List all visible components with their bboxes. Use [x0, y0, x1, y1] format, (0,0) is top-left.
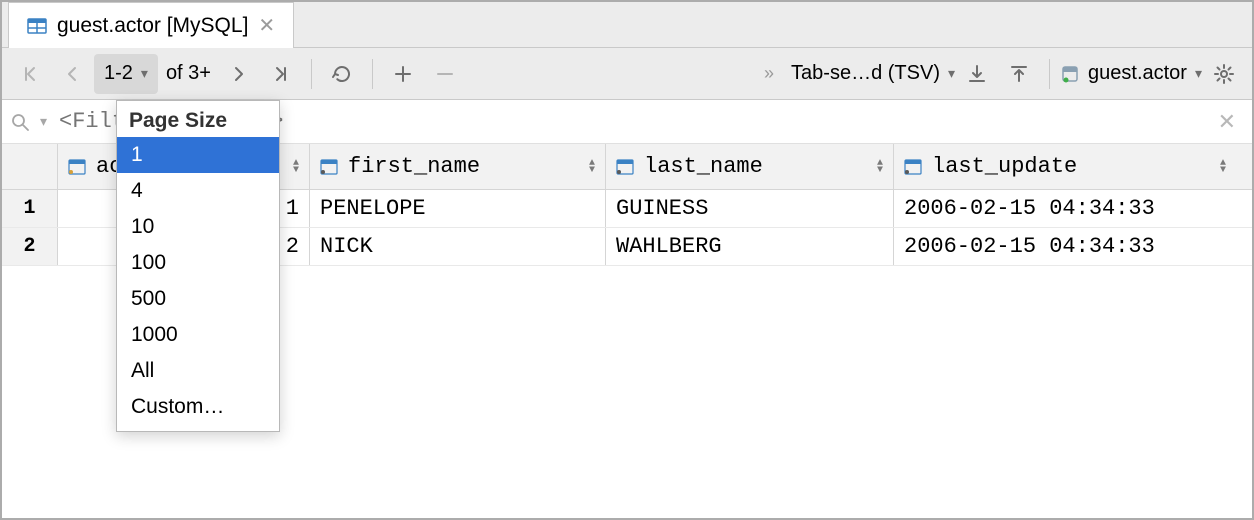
separator	[311, 59, 312, 89]
separator	[372, 59, 373, 89]
upload-button[interactable]	[999, 54, 1039, 94]
chevron-down-icon: ▾	[1195, 65, 1202, 82]
search-icon	[10, 112, 30, 132]
last-page-button[interactable]	[261, 54, 301, 94]
cell-first-name[interactable]: PENELOPE	[310, 190, 606, 227]
column-icon	[616, 158, 634, 176]
cell-last-name[interactable]: GUINESS	[606, 190, 894, 227]
page-size-option[interactable]: 500	[117, 281, 279, 317]
cell-last-update[interactable]: 2006-02-15 04:34:33	[894, 190, 1236, 227]
chevron-down-icon[interactable]: ▾	[40, 113, 47, 130]
column-header-last-name[interactable]: last_name ▲▼	[606, 144, 894, 189]
page-total-label: of 3+	[166, 62, 211, 85]
target-table-dropdown[interactable]: guest.actor ▾	[1060, 62, 1202, 85]
page-size-option[interactable]: Custom…	[117, 389, 279, 425]
chevron-down-icon: ▾	[141, 65, 148, 82]
export-format-label: Tab-se…d (TSV)	[791, 62, 940, 85]
sort-icon: ▲▼	[293, 160, 299, 174]
reload-button[interactable]	[322, 54, 362, 94]
column-icon	[68, 158, 86, 176]
settings-button[interactable]	[1204, 54, 1244, 94]
clear-filter-button[interactable]: ✕	[1210, 109, 1244, 135]
tab-title: guest.actor [MySQL]	[57, 14, 248, 38]
row-number: 1	[2, 190, 58, 227]
add-row-button[interactable]	[383, 54, 423, 94]
first-page-button[interactable]	[10, 54, 50, 94]
cell-last-update[interactable]: 2006-02-15 04:34:33	[894, 228, 1236, 265]
remove-row-button[interactable]	[425, 54, 465, 94]
row-number: 2	[2, 228, 58, 265]
row-number-header	[2, 144, 58, 189]
cell-first-name[interactable]: NICK	[310, 228, 606, 265]
column-label: first_name	[348, 154, 480, 179]
column-icon	[904, 158, 922, 176]
sort-icon: ▲▼	[1220, 160, 1226, 174]
target-table-label: guest.actor	[1088, 62, 1187, 85]
more-icon[interactable]: »	[749, 54, 789, 94]
datasource-icon	[1060, 64, 1080, 84]
sort-icon: ▲▼	[877, 160, 883, 174]
prev-page-button[interactable]	[52, 54, 92, 94]
next-page-button[interactable]	[219, 54, 259, 94]
column-header-last-update[interactable]: last_update ▲▼	[894, 144, 1236, 189]
page-size-option[interactable]: 1	[117, 137, 279, 173]
page-size-option[interactable]: 100	[117, 245, 279, 281]
export-format-dropdown[interactable]: Tab-se…d (TSV) ▾	[791, 62, 955, 85]
page-size-dropdown[interactable]: 1-2 ▾	[94, 54, 158, 94]
separator	[1049, 59, 1050, 89]
chevron-down-icon: ▾	[948, 65, 955, 82]
table-icon	[27, 16, 47, 36]
page-size-option[interactable]: 1000	[117, 317, 279, 353]
page-range-label: 1-2	[104, 62, 133, 85]
column-header-first-name[interactable]: first_name ▲▼	[310, 144, 606, 189]
page-size-popup: Page Size 14101005001000AllCustom…	[116, 100, 280, 432]
column-label: last_name	[644, 154, 763, 179]
page-size-option[interactable]: 4	[117, 173, 279, 209]
tab-guest-actor[interactable]: guest.actor [MySQL] ✕	[8, 2, 294, 48]
close-icon[interactable]: ✕	[258, 13, 275, 38]
page-size-option[interactable]: All	[117, 353, 279, 389]
column-icon	[320, 158, 338, 176]
download-button[interactable]	[957, 54, 997, 94]
column-label: last_update	[932, 154, 1077, 179]
page-size-option[interactable]: 10	[117, 209, 279, 245]
toolbar: 1-2 ▾ of 3+ » Tab-se…d (TSV) ▾ guest.act…	[2, 48, 1252, 100]
sort-icon: ▲▼	[589, 160, 595, 174]
tab-bar: guest.actor [MySQL] ✕	[2, 2, 1252, 48]
cell-last-name[interactable]: WAHLBERG	[606, 228, 894, 265]
popup-title: Page Size	[117, 101, 279, 137]
